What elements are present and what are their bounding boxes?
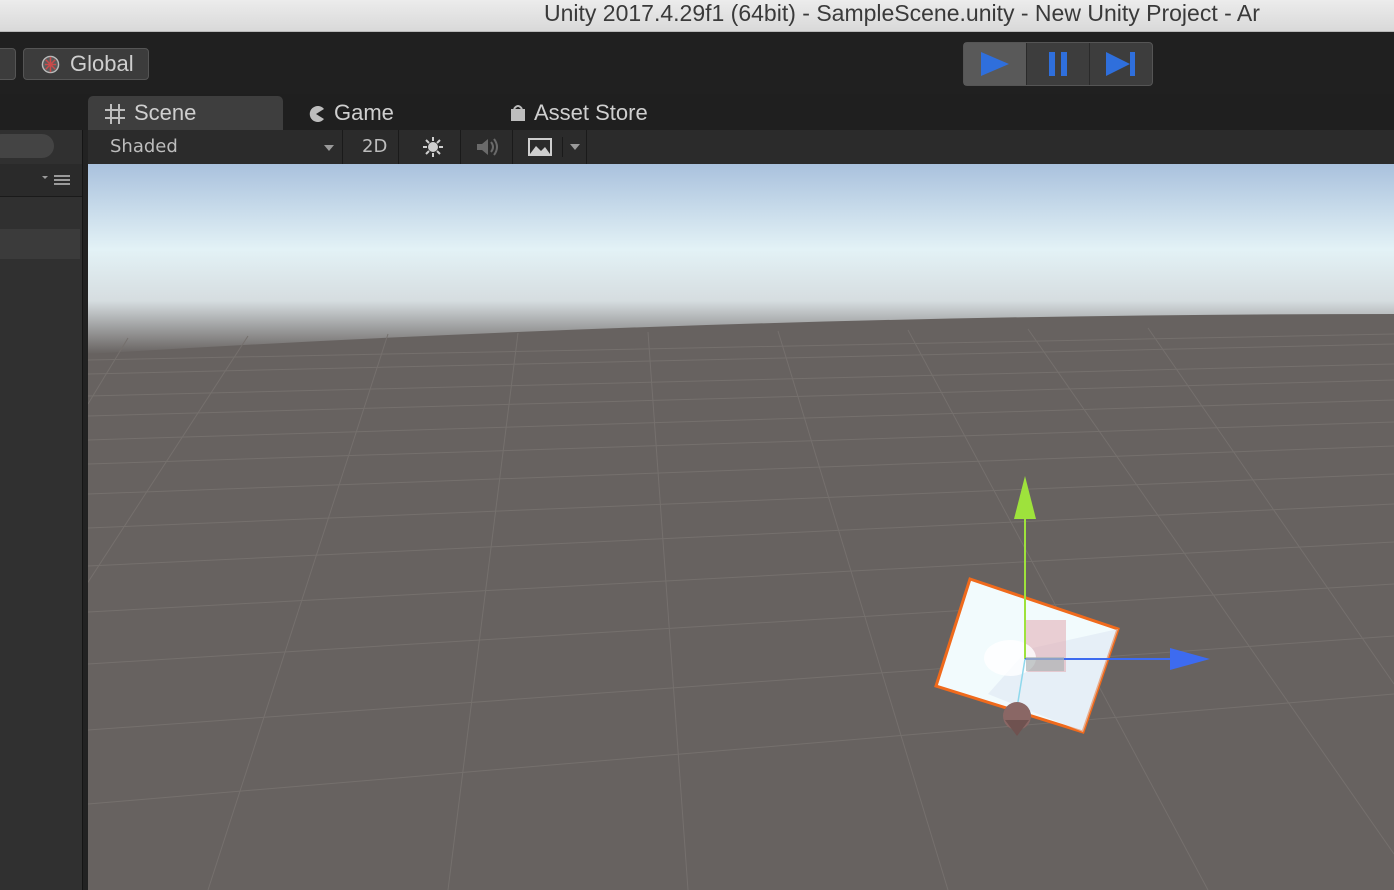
effects-dropdown[interactable]: [512, 130, 586, 164]
hierarchy-search-input[interactable]: [0, 134, 54, 158]
pivot-space-button[interactable]: Global: [23, 48, 149, 80]
hierarchy-subheader: [0, 164, 82, 197]
grid-icon: [105, 104, 125, 124]
pause-button[interactable]: [1027, 43, 1090, 85]
tab-asset-store-label: Asset Store: [534, 100, 648, 125]
pacman-icon: [309, 106, 324, 122]
toolbar-left-button[interactable]: [0, 48, 16, 80]
tab-scene-label: Scene: [134, 100, 197, 125]
draw-mode-label: Shaded: [110, 136, 178, 157]
window-title: Unity 2017.4.29f1 (64bit) - SampleScene.…: [544, 0, 1260, 26]
chevron-down-icon: [324, 145, 334, 151]
tab-asset-store[interactable]: Asset Store: [507, 96, 687, 130]
title-bar: Unity 2017.4.29f1 (64bit) - SampleScene.…: [0, 0, 1394, 32]
hierarchy-panel: [0, 94, 83, 890]
menu-icon[interactable]: [42, 173, 70, 187]
play-button[interactable]: [964, 43, 1027, 85]
sun-icon: [423, 137, 443, 157]
play-controls: [963, 42, 1153, 86]
draw-mode-dropdown[interactable]: Shaded: [88, 130, 340, 164]
2d-toggle-label: 2D: [362, 136, 388, 157]
pause-icon: [1049, 52, 1067, 76]
scene-viewport[interactable]: [88, 164, 1394, 890]
pivot-space-label: Global: [70, 51, 134, 76]
speaker-icon: [477, 138, 498, 156]
2d-toggle-button[interactable]: 2D: [342, 130, 398, 164]
globe-icon: [41, 55, 60, 74]
main-toolbar: Global: [0, 32, 1394, 94]
lighting-toggle-button[interactable]: [398, 130, 460, 164]
step-button[interactable]: [1090, 43, 1152, 85]
hierarchy-row[interactable]: [0, 229, 80, 259]
scene-toolbar: Shaded 2D: [88, 130, 1394, 165]
tab-scene[interactable]: Scene: [88, 96, 283, 130]
plane-handle[interactable]: [1026, 657, 1064, 671]
audio-toggle-button[interactable]: [460, 130, 512, 164]
scene-render[interactable]: [88, 164, 1394, 890]
tab-game-label: Game: [334, 100, 394, 125]
image-icon: [528, 138, 552, 156]
step-icon: [1106, 52, 1135, 76]
play-icon: [981, 52, 1009, 76]
chevron-down-icon: [570, 144, 580, 150]
tab-game[interactable]: Game: [305, 96, 455, 130]
store-icon: [511, 105, 525, 121]
view-tab-bar: Scene Game Asset Store: [0, 94, 1394, 130]
